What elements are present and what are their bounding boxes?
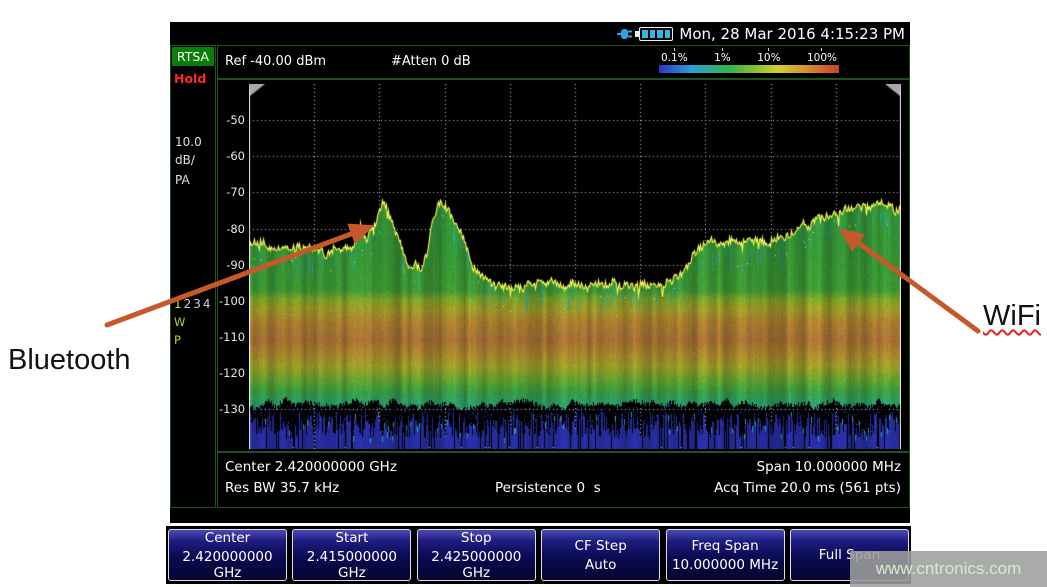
softkey-label: Stop: [461, 530, 492, 546]
plot-area: -50 -60 -70 -80 -90 -100 -110 -120 -130: [217, 79, 910, 452]
battery-bar: [657, 30, 663, 38]
header-bar: Ref -40.00 dBm #Atten 0 dB 0.1% 1% 10% 100%: [217, 45, 910, 79]
wifi-annotation-text: WiFi: [983, 300, 1041, 332]
battery-bar: [650, 30, 656, 38]
persistence-readout: Persistence 0 s: [495, 480, 601, 496]
power-plug-icon: [617, 27, 633, 41]
acq-time-readout: Acq Time 20.0 ms (561 pts): [714, 480, 901, 496]
softkey-value: 2.425000000 GHz: [418, 549, 535, 581]
softkey-cf-step[interactable]: CF Step Auto: [541, 529, 660, 581]
softkey-center[interactable]: Center 2.420000000 GHz: [168, 529, 287, 581]
softkey-start[interactable]: Start 2.415000000 GHz: [292, 529, 411, 581]
datetime-text: Mon, 28 Mar 2016 4:15:23 PM: [679, 25, 905, 43]
density-scale-label: 100%: [807, 48, 837, 64]
status-bar: Mon, 28 Mar 2016 4:15:23 PM: [170, 22, 910, 45]
softkey-label: Center: [205, 530, 250, 546]
density-scale-labels: 0.1% 1% 10% 100%: [659, 48, 839, 64]
density-color-scale: 0.1% 1% 10% 100%: [659, 48, 839, 78]
res-bw-readout: Res BW 35.7 kHz: [225, 480, 339, 496]
ref-level-readout: Ref -40.00 dBm: [225, 54, 326, 69]
y-axis-tick-label: -60: [219, 149, 245, 163]
page: Bluetooth WiFi Mon, 28 Mar 2016 4:15:23 …: [0, 0, 1047, 587]
wifi-annotation-label: WiFi: [983, 300, 1041, 333]
watermark: www.cntronics.com: [850, 551, 1047, 587]
color-gradient-bar: [659, 65, 839, 73]
softkey-value: 2.420000000 GHz: [169, 549, 286, 581]
density-scale-label: 1%: [714, 48, 731, 64]
softkey-label: Start: [335, 530, 368, 546]
attenuation-readout: #Atten 0 dB: [391, 54, 471, 69]
softkey-label: CF Step: [575, 538, 627, 554]
center-freq-readout: Center 2.420000000 GHz: [225, 459, 397, 475]
settings-readout: Center 2.420000000 GHz Span 10.000000 MH…: [217, 452, 910, 508]
y-axis-tick-label: -120: [219, 366, 245, 380]
trace-detector: W: [174, 315, 185, 329]
trace-number: 3: [193, 297, 203, 311]
bluetooth-annotation-label: Bluetooth: [8, 344, 131, 377]
y-axis-tick-label: -100: [219, 294, 245, 308]
trace-number: 4: [203, 297, 213, 311]
y-axis-tick-label: -70: [219, 185, 245, 199]
mode-badge: RTSA: [172, 47, 214, 66]
span-readout: Span 10.000000 MHz: [757, 459, 901, 475]
density-scale-label: 0.1%: [661, 48, 688, 64]
scale-unit: dB/: [175, 153, 195, 167]
trace-numbers: 1234: [174, 297, 213, 311]
softkey-value: Auto: [585, 557, 616, 573]
softkey-stop[interactable]: Stop 2.425000000 GHz: [417, 529, 536, 581]
y-axis-tick-label: -80: [219, 222, 245, 236]
softkey-value: 10.000000 MHz: [672, 557, 778, 573]
scale-per-div: 10.0: [175, 135, 202, 149]
softkey-label: Freq Span: [691, 538, 758, 554]
battery-bar: [665, 30, 671, 38]
analyzer-screen: Mon, 28 Mar 2016 4:15:23 PM RTSA Hold 10…: [170, 22, 910, 523]
spectrum-display: [249, 84, 901, 449]
softkey-freq-span[interactable]: Freq Span 10.000000 MHz: [666, 529, 785, 581]
battery-bar: [642, 30, 648, 38]
sidebar: RTSA Hold 10.0 dB/ PA 1234 W P: [170, 45, 216, 508]
trace-state: P: [174, 333, 181, 347]
battery-icon: [639, 27, 673, 41]
y-axis-tick-label: -110: [219, 330, 245, 344]
y-axis-tick-label: -90: [219, 258, 245, 272]
trace-number: 2: [184, 297, 194, 311]
density-scale-label: 10%: [757, 48, 780, 64]
preamp-label: PA: [175, 173, 190, 187]
trace-number: 1: [174, 297, 184, 311]
softkey-bar: Center 2.420000000 GHz Start 2.415000000 GH…: [166, 526, 911, 584]
softkey-value: 2.415000000 GHz: [293, 549, 410, 581]
y-axis-tick-label: -130: [219, 402, 245, 416]
y-axis-tick-label: -50: [219, 113, 245, 127]
sweep-state-label: Hold: [171, 67, 215, 90]
